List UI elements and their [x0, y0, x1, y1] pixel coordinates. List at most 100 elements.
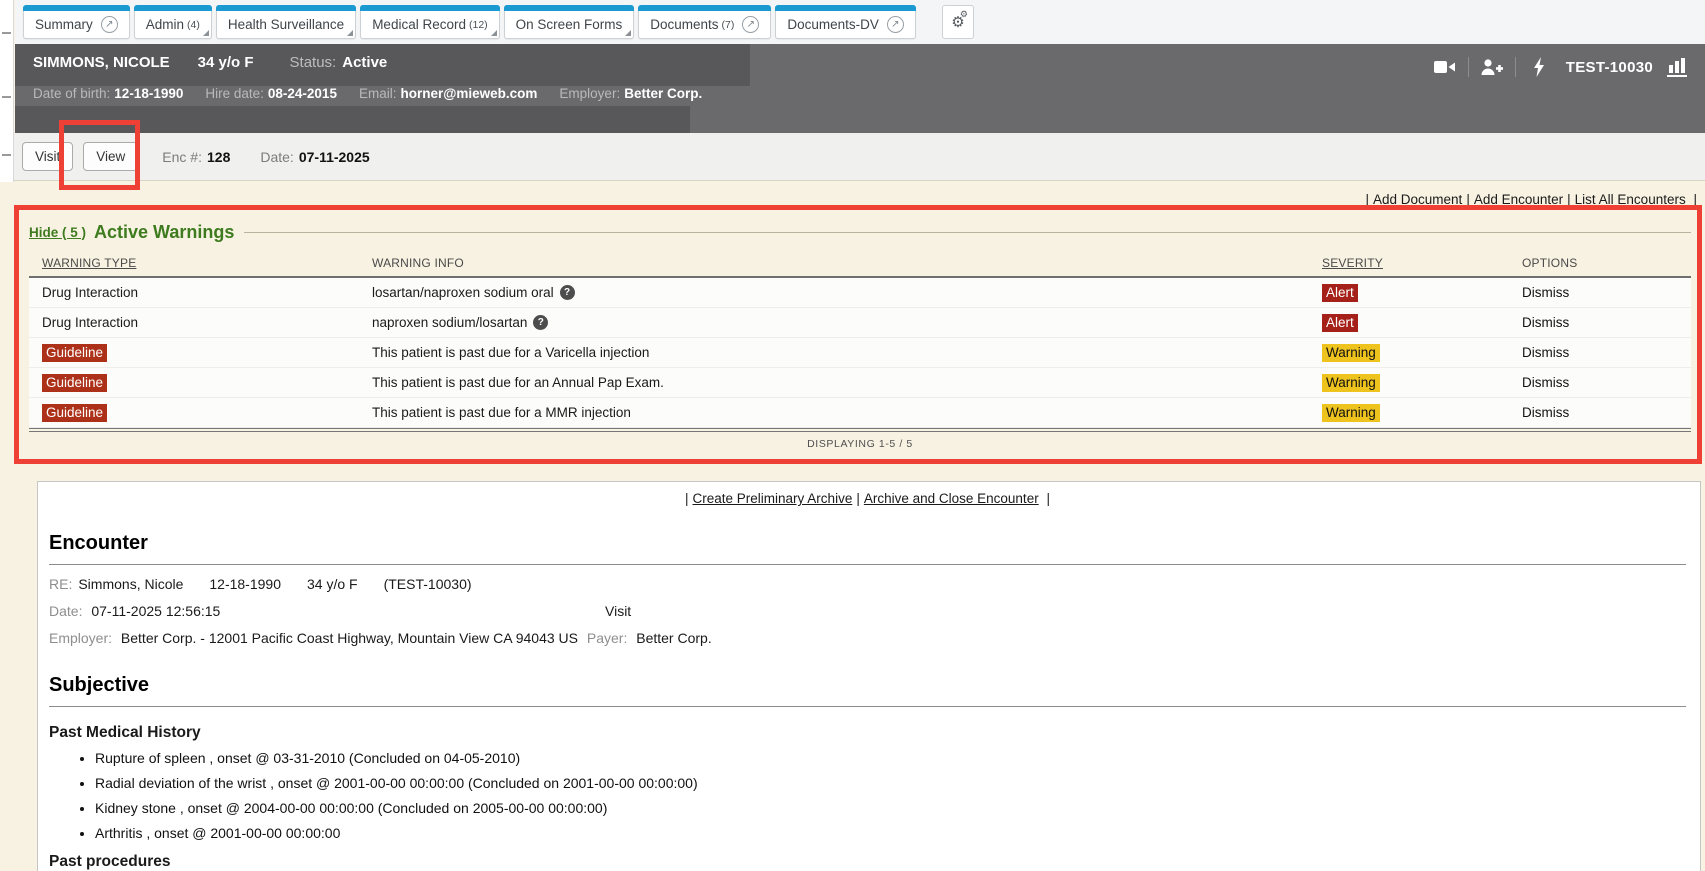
gear-icon-small: ⚙ [960, 10, 968, 19]
archive-links: |Create Preliminary Archive|Archive and … [49, 491, 1686, 506]
warning-type: Drug Interaction [42, 315, 138, 330]
dismiss-link[interactable]: Dismiss [1522, 315, 1569, 330]
field-label: Hire date: [205, 86, 264, 101]
chart-tab[interactable]: Medical Record (12) [360, 5, 499, 39]
title-rule [244, 232, 1691, 233]
re-dob: 12-18-1990 [209, 576, 281, 592]
subjective-heading: Subjective [49, 674, 1686, 697]
tab-label: Summary [35, 17, 93, 32]
field-value: horner@mieweb.com [400, 86, 537, 101]
warning-info: This patient is past due for an Annual P… [372, 375, 664, 390]
divider [1468, 57, 1469, 77]
lightning-icon[interactable] [1526, 56, 1552, 78]
help-icon[interactable]: ? [533, 315, 548, 330]
patient-name: SIMMONS, NICOLE [33, 54, 170, 71]
tab-label: Health Surveillance [228, 17, 344, 32]
chart-tab[interactable]: Summary ↗ [23, 5, 130, 39]
encounter-toolbar: Visit View Enc #:128 Date:07-11-2025 [0, 133, 1705, 181]
column-header[interactable]: OPTIONS [1509, 256, 1691, 270]
date-line: Date: 07-11-2025 12:56:15 Visit [49, 603, 1686, 619]
field-value: 12-18-1990 [114, 86, 183, 101]
severity-badge: Warning [1322, 374, 1380, 392]
menu-fold-icon [347, 30, 353, 36]
severity-badge: Alert [1322, 284, 1358, 302]
menu-fold-icon [491, 30, 497, 36]
archive-link[interactable]: Create Preliminary Archive [693, 491, 853, 506]
tab-label: Admin [146, 17, 184, 32]
tab-label: Documents-DV [787, 17, 879, 32]
left-gutter [0, 0, 14, 182]
warning-row: Guideline This patient is past due for a… [29, 368, 1691, 398]
field-label: Email: [359, 86, 397, 101]
warning-type: Drug Interaction [42, 285, 138, 300]
dismiss-link[interactable]: Dismiss [1522, 375, 1569, 390]
warning-row: Guideline This patient is past due for a… [29, 398, 1691, 428]
warnings-table-body: Drug Interaction losartan/naproxen sodiu… [29, 276, 1691, 428]
popout-icon[interactable]: ↗ [887, 16, 904, 33]
field-value: 08-24-2015 [268, 86, 337, 101]
dismiss-link[interactable]: Dismiss [1522, 345, 1569, 360]
divider [1515, 57, 1516, 77]
warning-row: Drug Interaction naproxen sodium/losarta… [29, 308, 1691, 338]
gutter-tick [2, 96, 11, 98]
pmh-item: Kidney stone , onset @ 2004-00-00 00:00:… [95, 800, 1686, 816]
column-header[interactable]: WARNING INFO [359, 256, 1309, 270]
chart-tab[interactable]: Documents (7) ↗ [638, 5, 771, 39]
annotation-box-view-button [59, 120, 140, 190]
pmh-item: Radial deviation of the wrist , onset @ … [95, 775, 1686, 791]
video-call-icon[interactable] [1432, 56, 1458, 78]
menu-fold-icon [625, 30, 631, 36]
chart-tab-bar: Summary ↗ Admin (4) Health Surveillance … [15, 0, 1705, 44]
tab-label: Documents [650, 17, 718, 32]
field-label: Employer: [559, 86, 620, 101]
column-header[interactable]: WARNING TYPE [29, 256, 359, 270]
payer-value: Better Corp. [636, 630, 711, 646]
status-label: Status: [290, 54, 337, 71]
pmh-item: Arthritis , onset @ 2001-00-00 00:00:00 [95, 825, 1686, 841]
pmh-heading: Past Medical History [49, 724, 1686, 742]
tab-settings-button[interactable]: ⚙ ⚙ [942, 5, 974, 39]
active-warnings-title: Active Warnings [94, 222, 234, 243]
warning-info: This patient is past due for a MMR injec… [372, 405, 631, 420]
chart-tab[interactable]: Admin (4) [134, 5, 212, 39]
gutter-tick [2, 154, 11, 156]
encounter-date: Date:07-11-2025 [260, 149, 369, 165]
patient-field: Employer:Better Corp. [559, 86, 702, 101]
pmh-list: Rupture of spleen , onset @ 03-31-2010 (… [95, 750, 1686, 841]
chart-tab[interactable]: Health Surveillance [216, 5, 356, 39]
hide-warnings-link[interactable]: Hide ( 5 ) [29, 225, 86, 240]
visit-type: Visit [605, 603, 631, 619]
help-icon[interactable]: ? [560, 285, 575, 300]
status-value: Active [342, 54, 387, 71]
warning-row: Guideline This patient is past due for a… [29, 338, 1691, 368]
encounter-heading: Encounter [49, 532, 1686, 555]
re-line: RE:Simmons, Nicole12-18-199034 y/o F(TES… [49, 576, 1686, 592]
popout-icon[interactable]: ↗ [101, 16, 118, 33]
warnings-table: WARNING TYPE WARNING INFO SEVERITY OPTIO… [29, 250, 1691, 456]
divider [49, 706, 1686, 707]
archive-link[interactable]: Archive and Close Encounter [864, 491, 1039, 506]
main-content: |Add Document|Add Encounter|List All Enc… [0, 181, 1705, 871]
re-age-sex: 34 y/o F [307, 576, 358, 592]
pmh-item: Rupture of spleen , onset @ 03-31-2010 (… [95, 750, 1686, 766]
table-paging-status: DISPLAYING 1-5 / 5 [29, 428, 1691, 456]
popout-icon[interactable]: ↗ [742, 16, 759, 33]
chart-tab[interactable]: On Screen Forms [504, 5, 635, 39]
field-label: Date of birth: [33, 86, 110, 101]
chart-tab[interactable]: Documents-DV ↗ [775, 5, 916, 39]
tab-label: On Screen Forms [516, 17, 623, 32]
dismiss-link[interactable]: Dismiss [1522, 405, 1569, 420]
warning-info: losartan/naproxen sodium oral [372, 285, 554, 300]
add-person-icon[interactable] [1479, 56, 1505, 78]
dismiss-link[interactable]: Dismiss [1522, 285, 1569, 300]
column-header[interactable]: SEVERITY [1309, 256, 1509, 270]
severity-badge: Warning [1322, 344, 1380, 362]
chart-stats-icon[interactable] [1665, 56, 1691, 78]
severity-badge: Warning [1322, 404, 1380, 422]
warning-info: naproxen sodium/losartan [372, 315, 527, 330]
warning-type: Guideline [42, 374, 107, 392]
gutter-tick [2, 32, 11, 34]
tab-label: Medical Record [372, 17, 466, 32]
divider [49, 564, 1686, 565]
patient-header: SIMMONS, NICOLE 34 y/o F Status: Active … [15, 44, 1705, 133]
